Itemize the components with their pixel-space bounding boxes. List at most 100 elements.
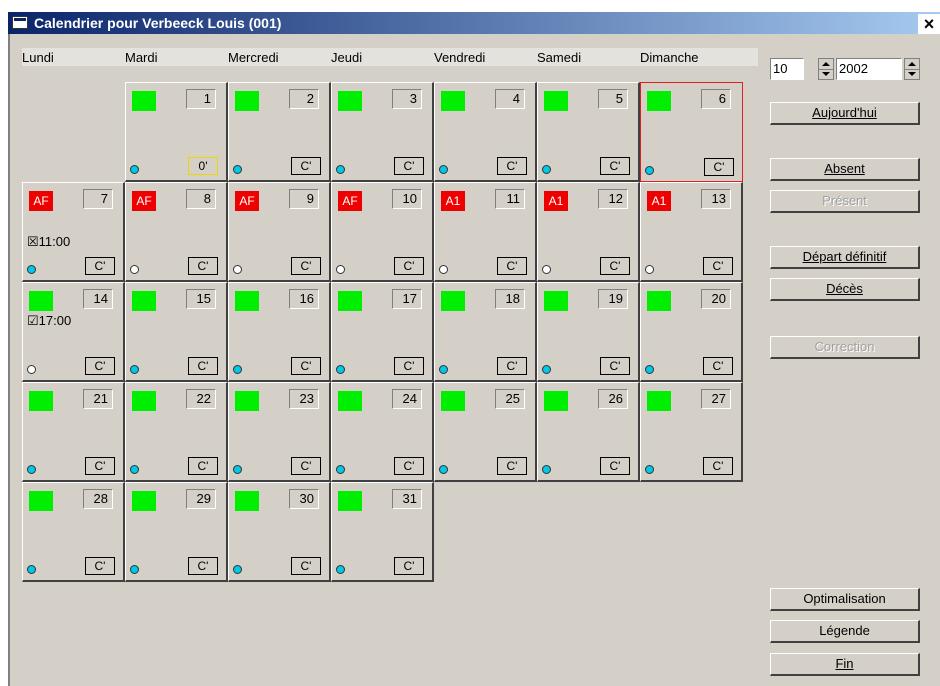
- day-cell[interactable]: 28 C': [22, 482, 125, 582]
- presence-circle-icon[interactable]: [233, 565, 242, 574]
- shift-code-box[interactable]: C': [188, 457, 218, 475]
- presence-circle-icon[interactable]: [542, 365, 551, 374]
- shift-code-box[interactable]: C': [291, 257, 321, 275]
- presence-circle-icon[interactable]: [439, 465, 448, 474]
- presence-circle-icon[interactable]: [439, 365, 448, 374]
- presence-circle-icon[interactable]: [130, 365, 139, 374]
- day-cell[interactable]: 26 C': [537, 382, 640, 482]
- day-cell[interactable]: AF 8 C': [125, 182, 228, 282]
- shift-code-box[interactable]: C': [85, 557, 115, 575]
- presence-circle-icon[interactable]: [27, 265, 36, 274]
- day-cell[interactable]: 27 C': [640, 382, 743, 482]
- shift-code-box[interactable]: 0': [188, 157, 218, 175]
- day-cell[interactable]: 17 C': [331, 282, 434, 382]
- presence-circle-icon[interactable]: [336, 465, 345, 474]
- shift-code-box[interactable]: C': [497, 257, 527, 275]
- day-cell[interactable]: 6 C': [640, 82, 743, 182]
- presence-circle-icon[interactable]: [130, 265, 139, 274]
- day-cell[interactable]: 23 C': [228, 382, 331, 482]
- presence-circle-icon[interactable]: [645, 166, 654, 175]
- shift-code-box[interactable]: C': [497, 157, 527, 175]
- shift-code-box[interactable]: C': [394, 557, 424, 575]
- day-cell[interactable]: 16 C': [228, 282, 331, 382]
- shift-code-box[interactable]: C': [497, 457, 527, 475]
- shift-code-box[interactable]: C': [291, 457, 321, 475]
- shift-code-box[interactable]: C': [394, 357, 424, 375]
- month-spinner[interactable]: [818, 58, 834, 80]
- shift-code-box[interactable]: C': [291, 557, 321, 575]
- shift-code-box[interactable]: C': [497, 357, 527, 375]
- shift-code-box[interactable]: C': [188, 257, 218, 275]
- shift-code-box[interactable]: C': [703, 257, 733, 275]
- day-cell[interactable]: 25 C': [434, 382, 537, 482]
- legend-button[interactable]: Légende: [770, 620, 920, 643]
- day-cell[interactable]: A1 11 C': [434, 182, 537, 282]
- correction-button[interactable]: Correction: [770, 336, 920, 359]
- close-button[interactable]: ×: [918, 14, 940, 34]
- shift-code-box[interactable]: C': [394, 257, 424, 275]
- presence-circle-icon[interactable]: [130, 465, 139, 474]
- presence-circle-icon[interactable]: [439, 265, 448, 274]
- optimisation-button[interactable]: Optimalisation: [770, 588, 920, 611]
- presence-circle-icon[interactable]: [233, 365, 242, 374]
- presence-circle-icon[interactable]: [233, 465, 242, 474]
- shift-code-box[interactable]: C': [291, 157, 321, 175]
- shift-code-box[interactable]: C': [85, 457, 115, 475]
- presence-circle-icon[interactable]: [336, 265, 345, 274]
- shift-code-box[interactable]: C': [188, 357, 218, 375]
- present-button[interactable]: Présent: [770, 190, 920, 213]
- presence-circle-icon[interactable]: [439, 165, 448, 174]
- presence-circle-icon[interactable]: [336, 165, 345, 174]
- shift-code-box[interactable]: C': [394, 457, 424, 475]
- day-cell[interactable]: 29 C': [125, 482, 228, 582]
- day-cell[interactable]: 20 C': [640, 282, 743, 382]
- day-cell[interactable]: 1 0': [125, 82, 228, 182]
- death-button[interactable]: Décès: [770, 278, 920, 301]
- shift-code-box[interactable]: C': [85, 357, 115, 375]
- presence-circle-icon[interactable]: [27, 365, 36, 374]
- shift-code-box[interactable]: C': [600, 357, 630, 375]
- shift-code-box[interactable]: C': [704, 158, 734, 176]
- presence-circle-icon[interactable]: [336, 565, 345, 574]
- day-cell[interactable]: 30 C': [228, 482, 331, 582]
- presence-circle-icon[interactable]: [542, 265, 551, 274]
- end-button[interactable]: Fin: [770, 653, 920, 676]
- presence-circle-icon[interactable]: [542, 165, 551, 174]
- shift-code-box[interactable]: C': [703, 357, 733, 375]
- day-cell[interactable]: A1 13 C': [640, 182, 743, 282]
- presence-circle-icon[interactable]: [27, 465, 36, 474]
- today-button[interactable]: Aujourd'hui: [770, 102, 920, 125]
- month-input[interactable]: 10: [770, 58, 804, 80]
- presence-circle-icon[interactable]: [645, 465, 654, 474]
- day-cell[interactable]: 4 C': [434, 82, 537, 182]
- day-cell[interactable]: 19 C': [537, 282, 640, 382]
- presence-circle-icon[interactable]: [645, 365, 654, 374]
- day-cell[interactable]: AF 9 C': [228, 182, 331, 282]
- shift-code-box[interactable]: C': [394, 157, 424, 175]
- presence-circle-icon[interactable]: [336, 365, 345, 374]
- day-cell[interactable]: 3 C': [331, 82, 434, 182]
- year-input[interactable]: 2002: [836, 58, 902, 80]
- shift-code-box[interactable]: C': [703, 457, 733, 475]
- shift-code-box[interactable]: C': [600, 257, 630, 275]
- presence-circle-icon[interactable]: [542, 465, 551, 474]
- presence-circle-icon[interactable]: [233, 265, 242, 274]
- presence-circle-icon[interactable]: [233, 165, 242, 174]
- day-cell[interactable]: 31 C': [331, 482, 434, 582]
- shift-code-box[interactable]: C': [600, 157, 630, 175]
- presence-circle-icon[interactable]: [130, 565, 139, 574]
- day-cell[interactable]: 5 C': [537, 82, 640, 182]
- day-cell[interactable]: 21 C': [22, 382, 125, 482]
- year-spinner[interactable]: [904, 58, 920, 80]
- day-cell[interactable]: 2 C': [228, 82, 331, 182]
- shift-code-box[interactable]: C': [600, 457, 630, 475]
- shift-code-box[interactable]: C': [291, 357, 321, 375]
- day-cell[interactable]: 24 C': [331, 382, 434, 482]
- shift-code-box[interactable]: C': [85, 257, 115, 275]
- day-cell[interactable]: AF 7 ☒11:00 C': [22, 182, 125, 282]
- presence-circle-icon[interactable]: [27, 565, 36, 574]
- shift-code-box[interactable]: C': [188, 557, 218, 575]
- day-cell[interactable]: 15 C': [125, 282, 228, 382]
- day-cell[interactable]: AF 10 C': [331, 182, 434, 282]
- absent-button[interactable]: Absent: [770, 158, 920, 181]
